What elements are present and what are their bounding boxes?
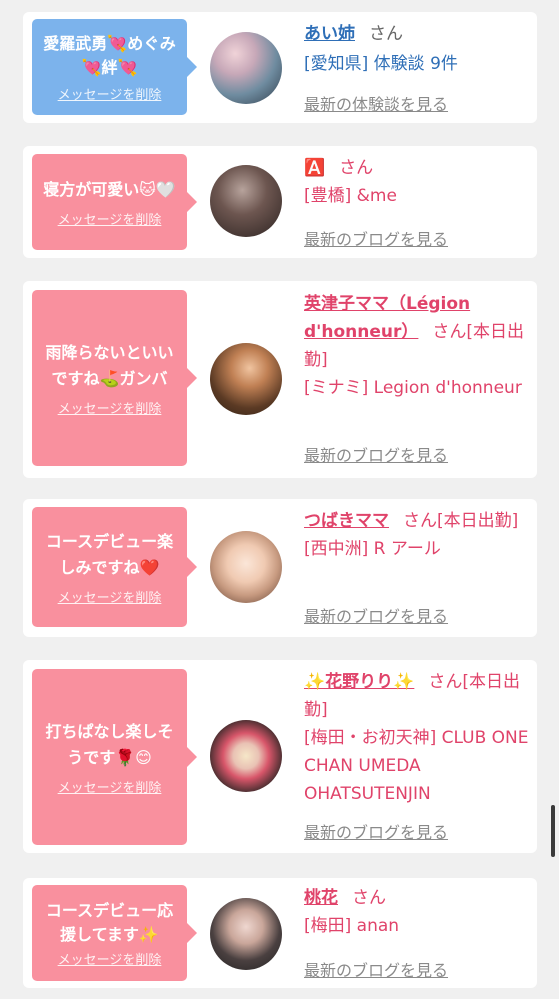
message-text: コースデビュー楽しみですね❤️: [45, 531, 174, 577]
user-info: 英津子ママ（Légion d'honneur） さん[本日出勤] [ミナミ] Le…: [304, 290, 534, 402]
message-text: 打ちぱなし楽しそうです🌹😊: [45, 721, 174, 767]
message-bubble: コースデビュー応援してます✨ メッセージを削除: [32, 885, 197, 981]
user-location: [梅田] anan: [304, 916, 400, 936]
user-info: 🅰️ さん [豊橋] &me: [304, 154, 534, 210]
message-card: 愛羅武勇💘めぐみ💘絆💘 メッセージを削除 あい姉 さん [愛知県] 体験談 9件 …: [23, 12, 537, 123]
latest-blog-link[interactable]: 最新のブログを見る: [304, 226, 448, 250]
user-location: [西中洲] R アール: [304, 539, 441, 559]
delete-message-link[interactable]: メッセージを削除: [58, 949, 162, 968]
avatar[interactable]: [210, 720, 282, 792]
message-card: コースデビュー楽しみですね❤️ メッセージを削除 つばきママ さん[本日出勤] […: [23, 499, 537, 637]
delete-message-link[interactable]: メッセージを削除: [58, 398, 162, 417]
delete-message-link[interactable]: メッセージを削除: [58, 587, 162, 606]
user-name-link[interactable]: あい姉: [304, 24, 355, 44]
user-location: [愛知県] 体験談 9件: [304, 54, 458, 74]
message-card: 寝方が可愛い🐱🤍 メッセージを削除 🅰️ さん [豊橋] &me 最新のブログを見…: [23, 146, 537, 258]
message-bubble: 愛羅武勇💘めぐみ💘絆💘 メッセージを削除: [32, 19, 197, 115]
message-card: 雨降らないといいですね⛳ガンバ メッセージを削除 英津子ママ（Légion d'…: [23, 281, 537, 478]
latest-reviews-link[interactable]: 最新の体験談を見る: [304, 91, 448, 115]
user-location: [豊橋] &me: [304, 186, 397, 206]
delete-message-link[interactable]: メッセージを削除: [58, 84, 162, 103]
message-bubble: 雨降らないといいですね⛳ガンバ メッセージを削除: [32, 290, 197, 466]
user-name-link[interactable]: 桃花: [304, 888, 338, 908]
user-location: [梅田・お初天神] CLUB ONE CHAN UMEDA OHATSUTENJ…: [304, 728, 529, 804]
user-info: ✨花野りり✨ さん[本日出勤] [梅田・お初天神] CLUB ONE CHAN U…: [304, 668, 534, 808]
user-name-link[interactable]: 🅰️: [304, 158, 325, 178]
message-text: コースデビュー応援してます✨: [45, 900, 174, 944]
latest-blog-link[interactable]: 最新のブログを見る: [304, 957, 448, 981]
scrollbar[interactable]: [551, 805, 555, 857]
message-bubble: 寝方が可愛い🐱🤍 メッセージを削除: [32, 154, 197, 250]
message-text: 雨降らないといいですね⛳ガンバ: [45, 342, 174, 388]
honorific: さん: [369, 24, 403, 44]
delete-message-link[interactable]: メッセージを削除: [58, 777, 162, 796]
honorific: さん: [339, 158, 374, 178]
delete-message-link[interactable]: メッセージを削除: [58, 209, 162, 228]
avatar[interactable]: [210, 898, 282, 970]
message-text: 愛羅武勇💘めぐみ💘絆💘: [43, 33, 176, 77]
message-text: 寝方が可愛い🐱🤍: [43, 179, 176, 199]
user-info: つばきママ さん[本日出勤] [西中洲] R アール: [304, 507, 534, 563]
avatar[interactable]: [210, 343, 282, 415]
message-bubble: コースデビュー楽しみですね❤️ メッセージを削除: [32, 507, 197, 627]
avatar[interactable]: [210, 32, 282, 104]
user-info: 桃花 さん [梅田] anan: [304, 884, 534, 940]
latest-blog-link[interactable]: 最新のブログを見る: [304, 442, 448, 466]
latest-blog-link[interactable]: 最新のブログを見る: [304, 603, 448, 627]
user-name-link[interactable]: ✨花野りり✨: [304, 672, 414, 692]
avatar[interactable]: [210, 531, 282, 603]
user-name-link[interactable]: つばきママ: [304, 511, 389, 531]
latest-blog-link[interactable]: 最新のブログを見る: [304, 819, 448, 843]
user-location: [ミナミ] Legion d'honneur: [304, 378, 522, 398]
honorific: さん: [352, 888, 386, 908]
message-card: 打ちぱなし楽しそうです🌹😊 メッセージを削除 ✨花野りり✨ さん[本日出勤] [梅…: [23, 660, 537, 853]
avatar[interactable]: [210, 165, 282, 237]
honorific: さん[本日出勤]: [403, 511, 519, 531]
message-card: コースデビュー応援してます✨ メッセージを削除 桃花 さん [梅田] anan 最…: [23, 878, 537, 988]
user-info: あい姉 さん [愛知県] 体験談 9件: [304, 20, 534, 78]
message-bubble: 打ちぱなし楽しそうです🌹😊 メッセージを削除: [32, 669, 197, 845]
